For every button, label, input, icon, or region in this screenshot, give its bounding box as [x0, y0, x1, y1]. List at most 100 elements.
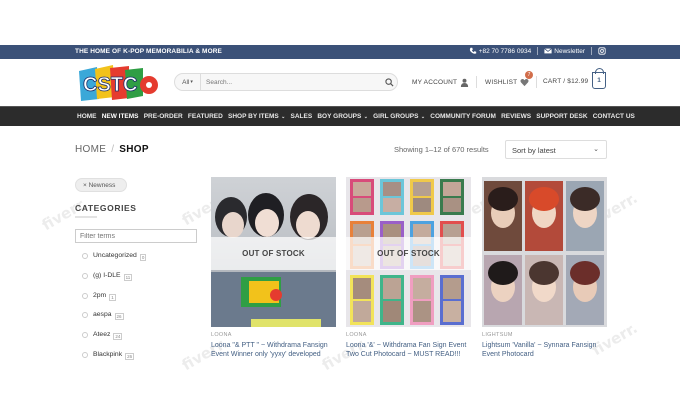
category-count: 1 [109, 293, 116, 301]
out-of-stock-label: OUT OF STOCK [346, 237, 471, 270]
top-bar: THE HOME OF K-POP MEMORABILIA & MORE +82… [0, 45, 680, 59]
radio-button[interactable] [82, 351, 88, 358]
wishlist-count-badge: 7 [525, 71, 533, 79]
nav-item-girl-groups[interactable]: GIRL GROUPS ⌄ [373, 113, 425, 120]
product-image[interactable]: OUT OF STOCK [211, 177, 336, 327]
cart-label: CART / $12.99 [543, 78, 589, 85]
breadcrumb-home-link[interactable]: HOME [75, 144, 106, 155]
sort-selected-label: Sort by latest [512, 146, 556, 155]
search-input[interactable] [201, 75, 381, 89]
envelope-icon [544, 48, 553, 54]
logo-text: CSTC [83, 74, 137, 96]
nav-item-community-forum[interactable]: COMMUNITY FORUM [430, 113, 496, 120]
breadcrumb: HOME / SHOP [75, 144, 149, 155]
product-card[interactable]: OUT OF STOCK LOONA Loona "& PTT " ~ With… [211, 177, 336, 359]
filter-terms-input[interactable] [75, 229, 197, 243]
category-item[interactable]: Ateez 24 [82, 331, 146, 351]
phone-number: +82 70 7786 0934 [478, 47, 532, 55]
results-count: Showing 1–12 of 670 results [394, 145, 489, 154]
category-count: 11 [123, 273, 133, 281]
nav-item-contact-us[interactable]: CONTACT US [593, 113, 635, 120]
product-image[interactable] [482, 177, 607, 327]
category-count: 0 [139, 254, 147, 261]
search-button[interactable] [381, 74, 397, 90]
close-icon[interactable]: × [83, 182, 87, 189]
product-title[interactable]: Lightsum 'Vanilla' ~ Synnara Fansign Eve… [482, 341, 607, 359]
category-name: Uncategorized [93, 252, 137, 259]
site-logo[interactable]: CSTC [77, 63, 159, 103]
breadcrumb-separator: / [111, 144, 115, 155]
active-filter-label: Newness [88, 182, 116, 189]
main-nav: HOME NEW ITEMS PRE-ORDER FEATURED SHOP B… [0, 106, 680, 126]
radio-button[interactable] [82, 272, 88, 279]
divider [476, 76, 477, 88]
site-header: CSTC All ▾ MY ACCOUNT WISHLIST 7 CART / … [0, 59, 680, 106]
nav-label: SHOP BY ITEMS [228, 113, 279, 120]
nav-label: GIRL GROUPS [373, 113, 419, 120]
nav-item-pre-order[interactable]: PRE-ORDER [144, 113, 183, 120]
divider [591, 47, 592, 55]
category-name: (g) I-DLE [93, 271, 121, 279]
newsletter-label: Newsletter [554, 47, 585, 55]
heart-icon [520, 79, 529, 87]
product-card[interactable]: LIGHTSUM Lightsum 'Vanilla' ~ Synnara Fa… [482, 177, 607, 359]
product-title[interactable]: Loona "& PTT " ~ Withdrama Fansign Event… [211, 341, 336, 359]
product-photo [484, 181, 604, 325]
sort-select[interactable]: Sort by latest ⌄ [505, 140, 607, 159]
radio-button[interactable] [82, 332, 88, 339]
product-image[interactable]: OUT OF STOCK [346, 177, 471, 327]
chevron-down-icon: ⌄ [279, 114, 286, 120]
phone-link[interactable]: +82 70 7786 0934 [469, 47, 532, 55]
breadcrumb-current: SHOP [119, 144, 149, 155]
radio-button[interactable] [82, 312, 88, 319]
category-count: 24 [113, 333, 123, 341]
cart-link[interactable]: CART / $12.99 [543, 78, 588, 85]
search-category-label: All [182, 78, 190, 86]
wishlist-link[interactable]: WISHLIST [485, 78, 529, 87]
divider [537, 47, 539, 55]
categories-heading: CATEGORIES [75, 203, 137, 213]
nav-item-sales[interactable]: SALES [291, 113, 313, 120]
product-category: LIGHTSUM [482, 332, 513, 338]
cart-icon[interactable]: 1 [592, 68, 606, 89]
nav-item-home[interactable]: HOME [77, 113, 97, 120]
category-count: 26 [125, 352, 135, 360]
wishlist-label: WISHLIST [485, 79, 518, 86]
search-icon [384, 77, 394, 87]
nav-item-boy-groups[interactable]: BOY GROUPS ⌄ [317, 113, 368, 120]
category-item[interactable]: 2pm 1 [82, 292, 146, 312]
site-tagline: THE HOME OF K-POP MEMORABILIA & MORE [75, 48, 222, 55]
category-name: Ateez [93, 331, 111, 339]
chevron-down-icon: ⌄ [419, 114, 426, 120]
product-category: LOONA [211, 332, 232, 338]
newsletter-link[interactable]: Newsletter [544, 47, 585, 55]
radio-button[interactable] [82, 253, 88, 259]
radio-button[interactable] [82, 292, 88, 299]
nav-label: BOY GROUPS [317, 113, 362, 120]
product-category: LOONA [346, 332, 367, 338]
product-card[interactable]: OUT OF STOCK LOONA Loona '&' ~ Withdrama… [346, 177, 471, 359]
active-filter-chip[interactable]: × Newness [75, 178, 127, 192]
chevron-down-icon: ▾ [190, 79, 193, 85]
my-account-link[interactable]: MY ACCOUNT [412, 78, 469, 87]
category-item[interactable]: Blackpink 26 [82, 351, 146, 371]
nav-item-new-items[interactable]: NEW ITEMS [102, 113, 139, 120]
nav-item-shop-by-items[interactable]: SHOP BY ITEMS ⌄ [228, 113, 285, 120]
category-item[interactable]: aespa 26 [82, 311, 146, 331]
phone-icon [469, 47, 476, 54]
nav-item-featured[interactable]: FEATURED [188, 113, 223, 120]
category-item[interactable]: (g) I-DLE 11 [82, 272, 146, 292]
cart-count: 1 [597, 77, 601, 84]
category-item[interactable]: Uncategorized 0 [82, 252, 147, 272]
category-name: 2pm [93, 291, 107, 299]
category-list: Uncategorized 0 (g) I-DLE 11 2pm 1 aespa 26 … [82, 252, 147, 371]
instagram-icon[interactable] [598, 47, 606, 55]
search-category-select[interactable]: All ▾ [175, 74, 201, 90]
divider [536, 76, 537, 88]
category-name: Blackpink [93, 350, 123, 358]
my-account-label: MY ACCOUNT [412, 79, 458, 86]
nav-item-reviews[interactable]: REVIEWS [501, 113, 531, 120]
product-title[interactable]: Loona '&' ~ Withdrama Fan Sign Event Two… [346, 341, 471, 359]
nav-item-support-desk[interactable]: SUPPORT DESK [536, 113, 587, 120]
chevron-down-icon: ⌄ [362, 114, 368, 120]
